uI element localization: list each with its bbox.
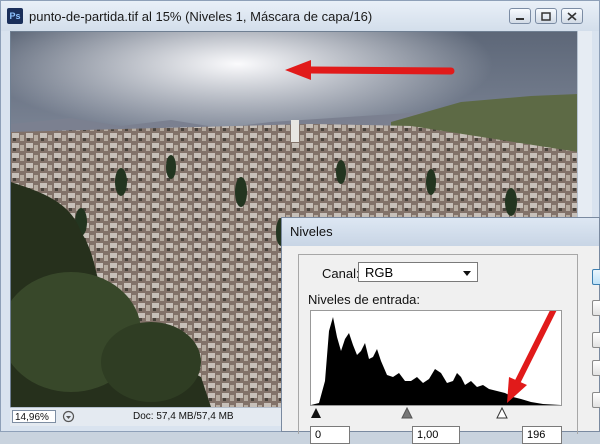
cancel-button[interactable] xyxy=(592,300,600,316)
save-button[interactable] xyxy=(592,360,600,376)
gamma-slider-icon[interactable] xyxy=(401,406,413,419)
zoom-field[interactable]: 14,96% xyxy=(12,410,56,423)
minimize-icon xyxy=(516,18,524,20)
annotation-arrow-histogram xyxy=(514,311,557,386)
levels-dialog: Niveles Canal: RGB Niveles de entrada: 0… xyxy=(281,217,600,444)
white-input-field[interactable]: 196 xyxy=(522,426,562,444)
document-titlebar[interactable]: Ps punto-de-partida.tif al 15% (Niveles … xyxy=(1,1,599,31)
maximize-icon xyxy=(541,12,551,21)
auto-button[interactable] xyxy=(592,392,600,408)
black-point-slider-icon[interactable] xyxy=(311,408,321,418)
dropdown-caret-icon xyxy=(463,271,471,276)
black-input-field[interactable]: 0 xyxy=(310,426,350,444)
document-size: Doc: 57,4 MB/57,4 MB xyxy=(133,411,234,422)
close-button[interactable] xyxy=(561,8,583,24)
canal-value: RGB xyxy=(365,265,394,280)
maximize-button[interactable] xyxy=(535,8,557,24)
ok-button[interactable] xyxy=(592,269,600,285)
levels-titlebar[interactable]: Niveles xyxy=(282,218,599,246)
white-point-slider-icon[interactable] xyxy=(496,406,508,419)
levels-title: Niveles xyxy=(290,224,333,239)
histogram xyxy=(310,310,562,406)
canal-label: Canal: xyxy=(322,266,360,281)
gamma-input-field[interactable]: 1,00 xyxy=(412,426,460,444)
minimize-button[interactable] xyxy=(509,8,531,24)
document-title: punto-de-partida.tif al 15% (Niveles 1, … xyxy=(29,9,373,24)
canal-select[interactable]: RGB xyxy=(358,262,478,282)
annotation-arrow-sky xyxy=(307,66,455,75)
photoshop-icon: Ps xyxy=(7,8,23,24)
close-icon xyxy=(567,12,577,21)
input-levels-slider[interactable] xyxy=(310,406,562,420)
input-levels-label: Niveles de entrada: xyxy=(308,292,421,307)
status-menu-icon[interactable] xyxy=(62,410,75,423)
load-button[interactable] xyxy=(592,332,600,348)
